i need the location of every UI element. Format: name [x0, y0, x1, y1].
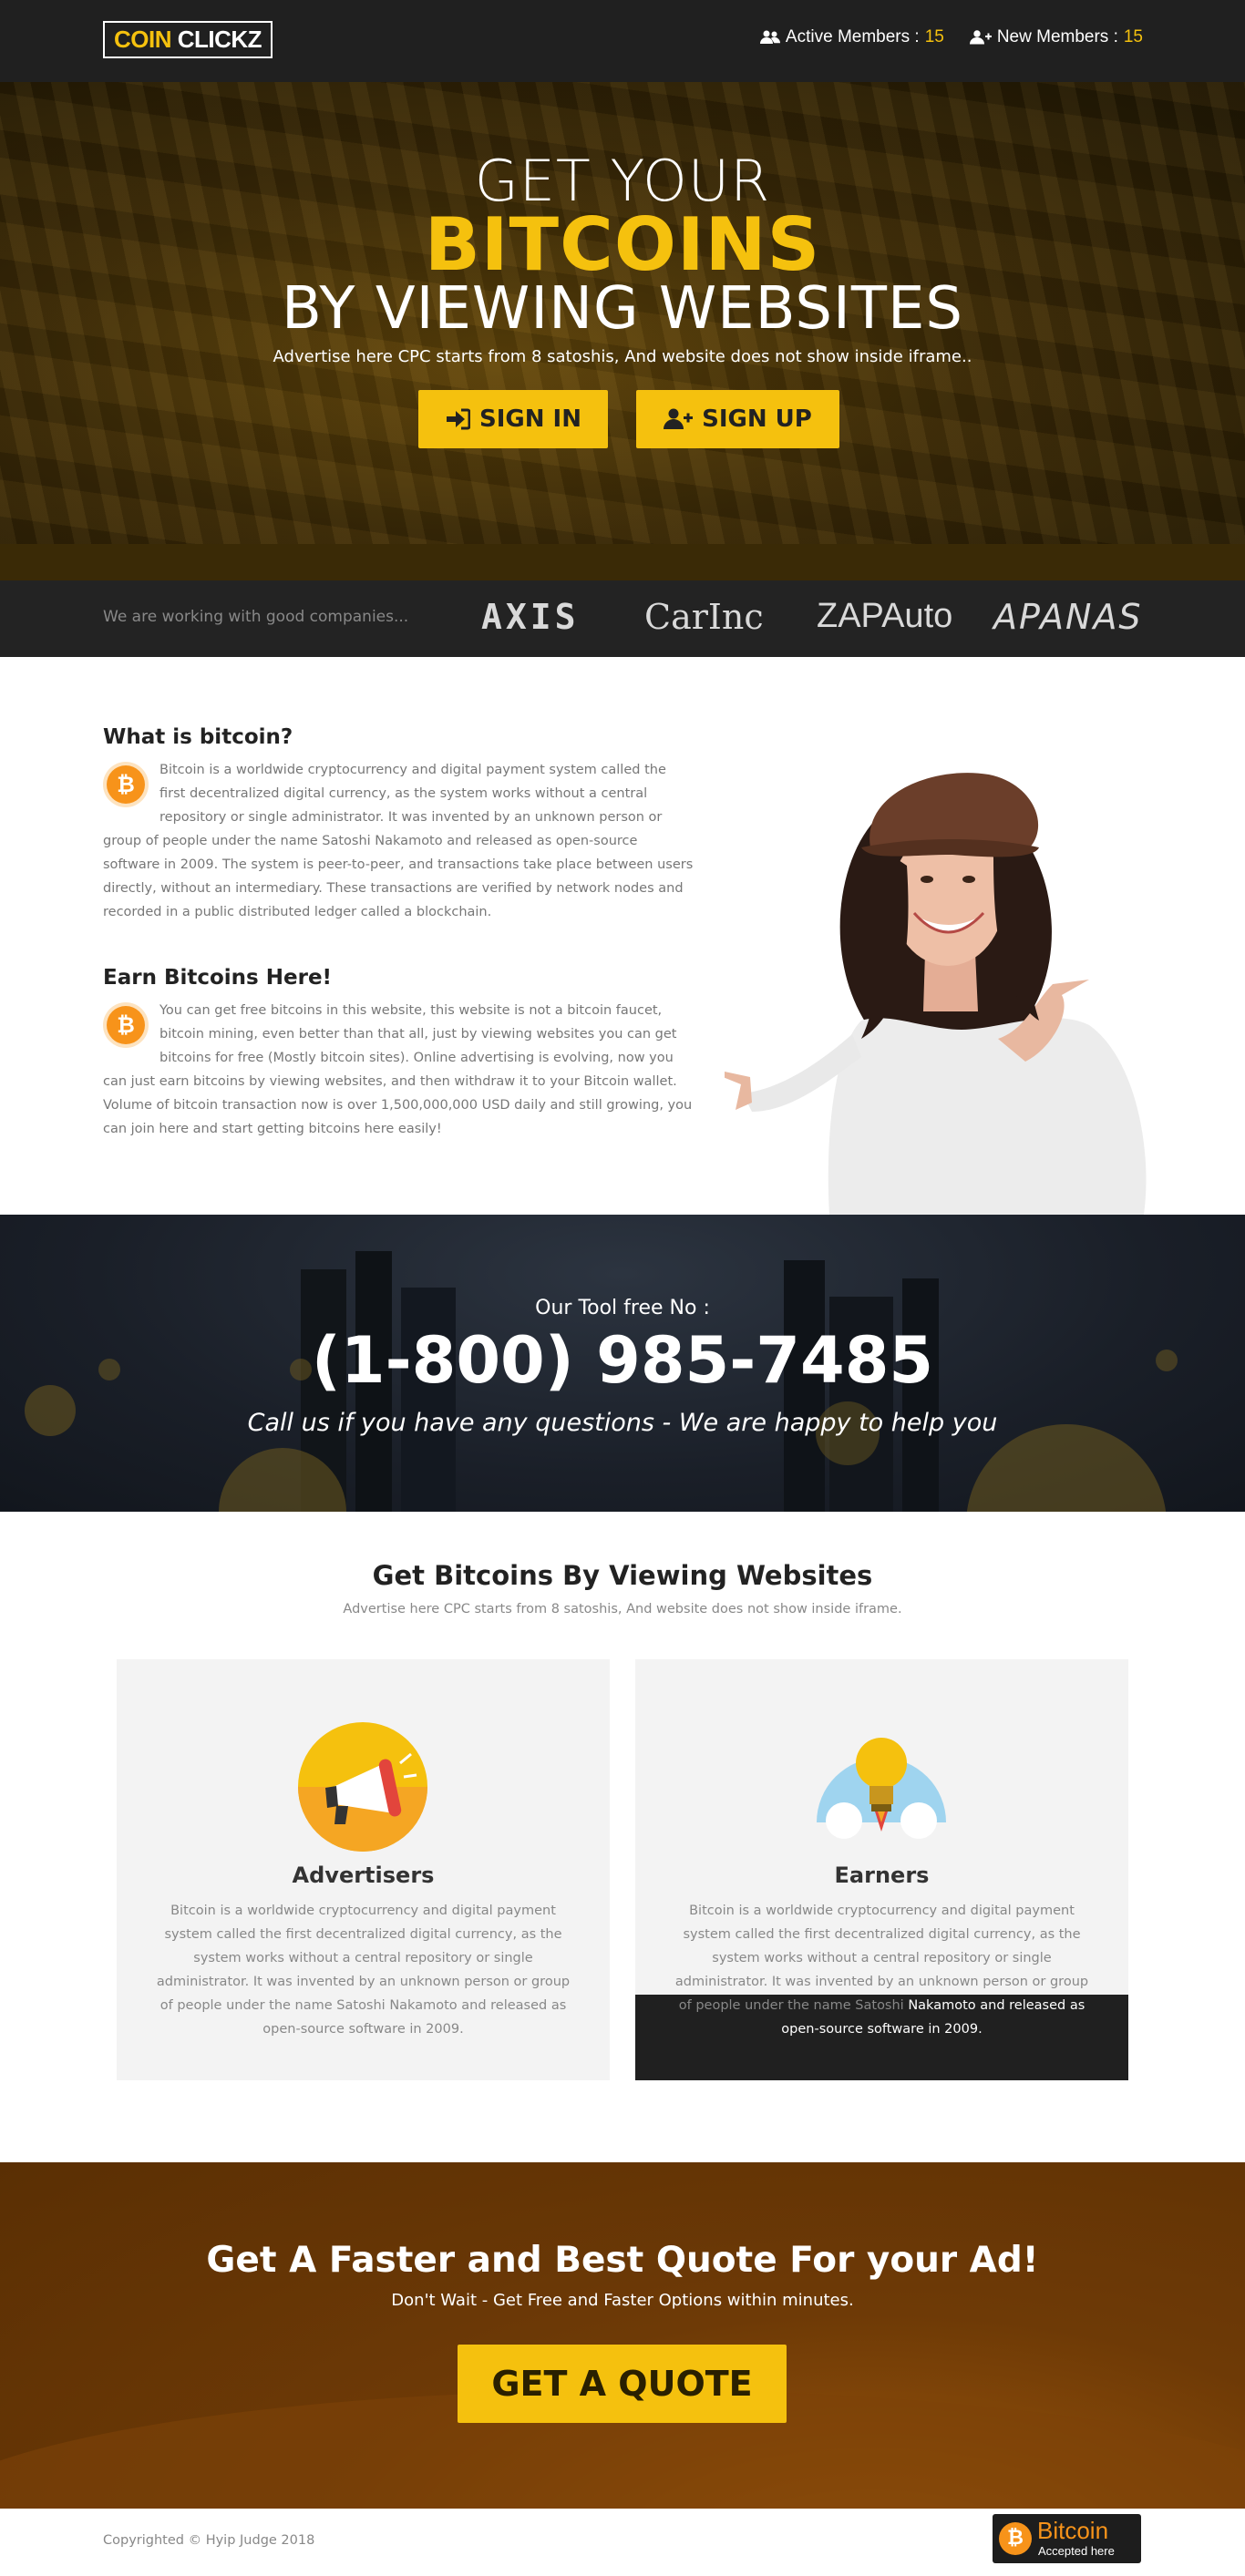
advertisers-text: Bitcoin is a worldwide cryptocurrency an…	[156, 1904, 571, 2037]
active-members-count: 15	[924, 27, 944, 46]
megaphone-icon	[298, 1722, 427, 1852]
woman-pointing-image	[725, 773, 1147, 1215]
member-stats: Active Members : 15 New Members : 15	[759, 27, 1143, 47]
earners-title: Earners	[834, 1863, 930, 1888]
logo-word-coin: COIN	[114, 26, 172, 53]
partners-lead: We are working with good companies...	[103, 608, 409, 626]
quote-title: Get A Faster and Best Quote For your Ad!	[206, 2240, 1039, 2281]
toll-free-number[interactable]: (1-800) 985-7485	[0, 1323, 1245, 1398]
toll-free-label: Our Tool free No :	[535, 1297, 710, 1319]
top-navbar: COIN CLICKZ Active Members : 15 New Memb…	[0, 0, 1245, 82]
hero-bottom-strip	[0, 544, 1245, 580]
users-icon	[759, 30, 780, 44]
earners-card[interactable]: Earners Bitcoin is a worldwide cryptocur…	[635, 1659, 1128, 2080]
user-plus-icon	[969, 30, 992, 45]
what-is-bitcoin-heading: What is bitcoin?	[103, 725, 293, 749]
user-plus-icon	[664, 408, 694, 429]
bitcoin-accepted-badge: ₿ Bitcoin Accepted here	[993, 2514, 1141, 2563]
earn-bitcoins-heading: Earn Bitcoins Here!	[103, 966, 333, 990]
new-members-stat: New Members : 15	[969, 27, 1143, 47]
partner-logo-axis: AXIS	[481, 597, 580, 637]
what-is-bitcoin-text: Bitcoin is a worldwide cryptocurrency an…	[103, 763, 694, 919]
earners-text-top: Bitcoin is a worldwide cryptocurrency an…	[674, 1904, 1089, 2013]
active-members-stat: Active Members : 15	[759, 27, 944, 47]
partner-logo-zapauto: ZAPAuto	[817, 597, 953, 635]
badge-title: Bitcoin	[1037, 2517, 1109, 2544]
logo-word-clickz: CLICKZ	[177, 26, 262, 53]
new-members-label: New Members :	[996, 27, 1118, 46]
bitcoin-coin-icon: ₿	[107, 765, 145, 804]
sign-up-label: SIGN UP	[702, 405, 812, 433]
what-is-bitcoin-text-block: ₿ Bitcoin is a worldwide cryptocurrency …	[103, 758, 695, 924]
site-logo[interactable]: COIN CLICKZ	[103, 21, 273, 58]
hero-title-line3: BY VIEWING WEBSITES	[281, 275, 964, 343]
quote-subtitle: Don't Wait - Get Free and Faster Options…	[391, 2291, 854, 2310]
sign-in-icon	[447, 408, 470, 430]
bitcoin-coin-icon: ₿	[999, 2522, 1032, 2555]
earners-text: Bitcoin is a worldwide cryptocurrency an…	[672, 1899, 1092, 2041]
earn-bitcoins-text-block: ₿ You can get free bitcoins in this webs…	[103, 999, 695, 1141]
sign-in-button[interactable]: SIGN IN	[418, 390, 608, 448]
hero-subtitle: Advertise here CPC starts from 8 satoshi…	[273, 347, 972, 366]
new-members-count: 15	[1123, 27, 1143, 46]
earn-bitcoins-text: You can get free bitcoins in this websit…	[103, 1003, 693, 1136]
badge-subtitle: Accepted here	[1038, 2544, 1115, 2558]
copyright-text: Copyrighted © Hyip Judge 2018	[103, 2533, 315, 2548]
partner-logo-apanas: APANAS	[993, 597, 1143, 637]
quote-section	[0, 2162, 1245, 2509]
lightbulb-rocket-icon	[817, 1738, 946, 1839]
sign-up-button[interactable]: SIGN UP	[636, 390, 839, 448]
advertisers-card[interactable]: Advertisers Bitcoin is a worldwide crypt…	[117, 1659, 610, 2080]
partners-bar: We are working with good companies... AX…	[0, 580, 1245, 657]
services-subtitle: Advertise here CPC starts from 8 satoshi…	[343, 1602, 902, 1616]
sign-in-label: SIGN IN	[479, 405, 581, 433]
services-title: Get Bitcoins By Viewing Websites	[372, 1560, 873, 1591]
toll-free-subtitle: Call us if you have any questions - We a…	[247, 1409, 998, 1437]
advertisers-title: Advertisers	[292, 1863, 435, 1888]
active-members-label: Active Members :	[785, 27, 920, 46]
bitcoin-coin-icon: ₿	[107, 1006, 145, 1044]
get-a-quote-button[interactable]: GET A QUOTE	[458, 2345, 787, 2423]
partner-logo-carinc: CarInc	[644, 597, 764, 637]
